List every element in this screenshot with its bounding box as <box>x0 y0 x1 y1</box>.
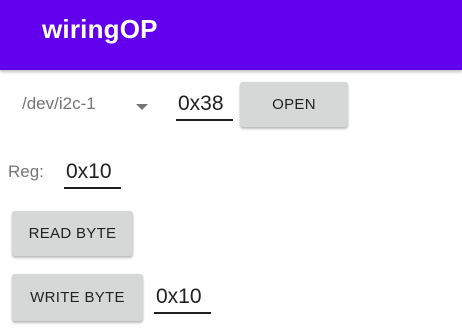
i2c-device-spinner[interactable]: /dev/i2c-1 <box>22 90 154 122</box>
dropdown-arrow-icon <box>136 104 148 110</box>
app-title: wiringOP <box>42 14 158 44</box>
read-byte-button[interactable]: READ BYTE <box>12 211 133 256</box>
open-button[interactable]: OPEN <box>240 82 348 127</box>
write-value-input[interactable]: 0x10 <box>154 284 211 314</box>
open-button-label: OPEN <box>272 96 316 113</box>
app-root: wiringOP /dev/i2c-1 0x38 OPEN Reg: 0x10 … <box>0 0 462 331</box>
i2c-address-input[interactable]: 0x38 <box>176 91 233 121</box>
app-bar: wiringOP <box>0 0 462 70</box>
i2c-device-selected: /dev/i2c-1 <box>22 94 96 113</box>
write-byte-button[interactable]: WRITE BYTE <box>12 274 143 321</box>
register-input[interactable]: 0x10 <box>64 159 121 189</box>
read-byte-button-label: READ BYTE <box>28 225 117 242</box>
register-label: Reg: <box>8 162 44 181</box>
write-byte-button-label: WRITE BYTE <box>30 289 125 306</box>
